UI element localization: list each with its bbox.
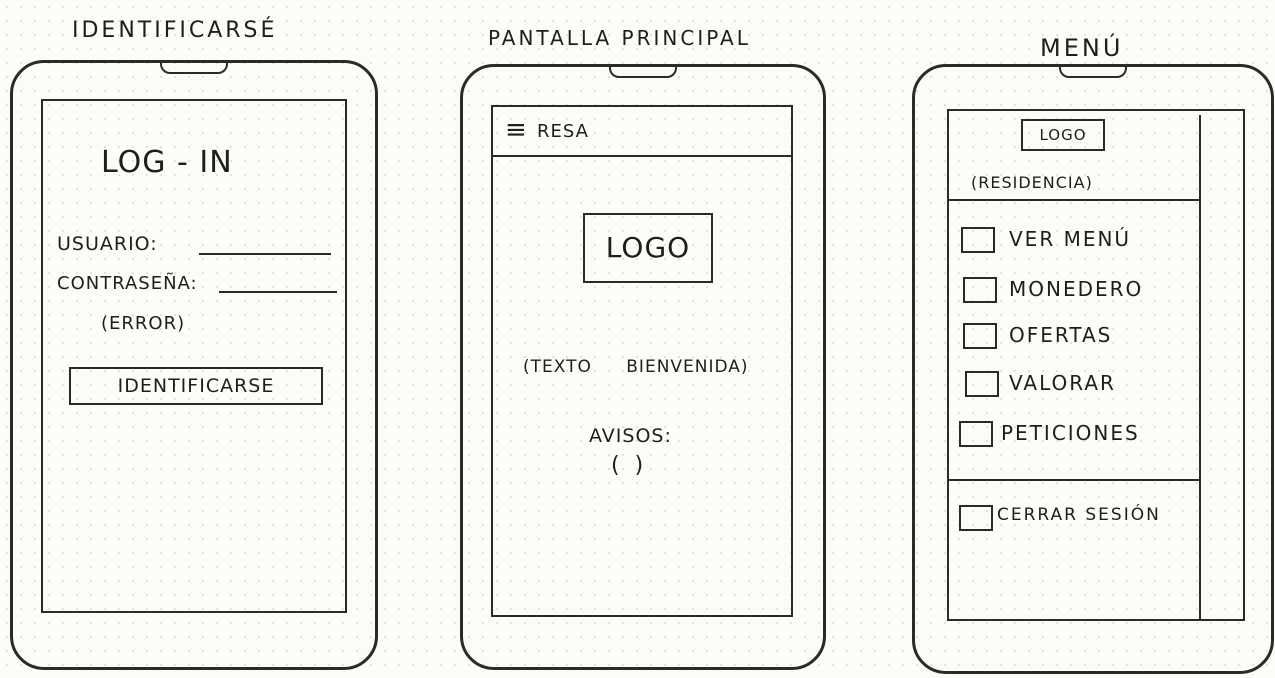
drawer-footer-divider — [949, 479, 1201, 481]
password-label: CONTRASEÑA: — [57, 273, 198, 294]
ver-menu-icon — [961, 227, 995, 253]
password-input[interactable] — [219, 291, 337, 293]
home-screen: ≡ RESA LOGO (TEXTO BIENVENIDA) AVISOS: (… — [491, 105, 793, 617]
login-button[interactable]: IDENTIFICARSE — [69, 367, 323, 405]
peticiones-icon — [959, 421, 993, 447]
phone-notch — [609, 66, 677, 78]
home-logo: LOGO — [583, 213, 713, 283]
username-input[interactable] — [199, 253, 331, 255]
header-divider — [493, 155, 791, 157]
login-title: LOG - IN — [101, 145, 233, 180]
login-screen: LOG - IN USUARIO: CONTRASEÑA: (ERROR) ID… — [41, 99, 347, 613]
phone-notch — [160, 62, 228, 74]
residence-name: (RESIDENCIA) — [971, 173, 1093, 192]
notices-value: ( ) — [611, 453, 645, 478]
login-screen-heading: IDENTIFICARSÉ — [72, 18, 278, 43]
welcome-text: (TEXTO BIENVENIDA) — [523, 357, 749, 377]
ofertas-icon — [963, 323, 997, 349]
username-label: USUARIO: — [57, 233, 158, 255]
menu-item-valorar[interactable]: VALORAR — [1009, 371, 1116, 395]
drawer-edge — [1199, 115, 1201, 619]
hamburger-menu-icon[interactable]: ≡ — [505, 115, 528, 145]
drawer-header-divider — [949, 199, 1201, 201]
valorar-icon — [965, 371, 999, 397]
notices-label: AVISOS: — [589, 425, 672, 447]
app-brand: RESA — [537, 121, 589, 142]
drawer-logo: LOGO — [1021, 119, 1105, 151]
phone-notch — [1059, 66, 1127, 78]
menu-item-ofertas[interactable]: OFERTAS — [1009, 323, 1112, 347]
logout-icon — [959, 505, 993, 531]
menu-item-monedero[interactable]: MONEDERO — [1009, 277, 1143, 301]
menu-screen: LOGO (RESIDENCIA) VER MENÚ MONEDERO OFER… — [947, 109, 1245, 621]
home-screen-heading: PANTALLA PRINCIPAL — [488, 26, 751, 50]
login-phone-frame: LOG - IN USUARIO: CONTRASEÑA: (ERROR) ID… — [10, 60, 378, 670]
menu-item-ver-menu[interactable]: VER MENÚ — [1009, 227, 1131, 251]
menu-phone-frame: LOGO (RESIDENCIA) VER MENÚ MONEDERO OFER… — [912, 64, 1274, 674]
logout-button[interactable]: CERRAR SESIÓN — [997, 505, 1161, 525]
error-message: (ERROR) — [101, 313, 186, 334]
menu-screen-heading: MENÚ — [1040, 34, 1124, 62]
menu-item-peticiones[interactable]: PETICIONES — [1001, 421, 1140, 445]
home-phone-frame: ≡ RESA LOGO (TEXTO BIENVENIDA) AVISOS: (… — [460, 64, 826, 670]
monedero-icon — [963, 277, 997, 303]
